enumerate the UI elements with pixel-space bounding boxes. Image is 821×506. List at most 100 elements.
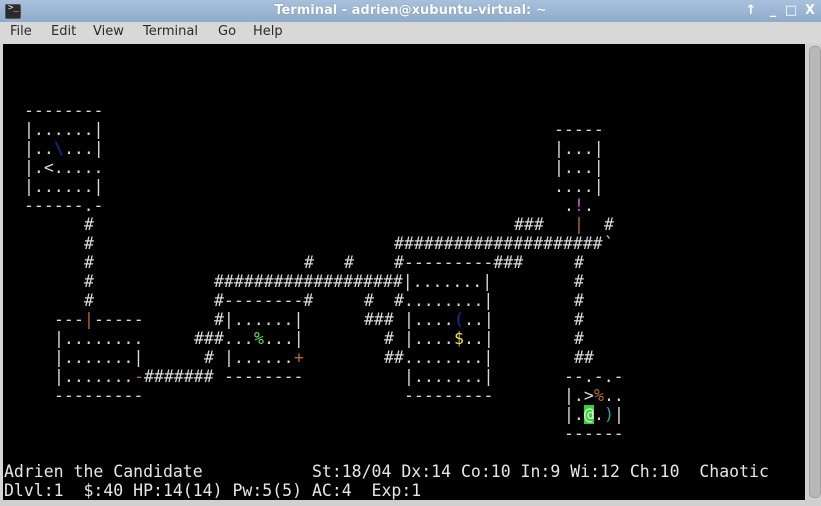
map-segment: |.... (404, 329, 454, 348)
food-glyph: % (254, 329, 264, 348)
map-segment: . (564, 196, 574, 215)
map-row: --------- --------- |.>%.. (4, 386, 804, 405)
map-row: |......| ----- (4, 120, 804, 139)
keep-above-button[interactable]: ↑ (742, 2, 760, 20)
map-segment: # (574, 253, 584, 272)
map-segment: --------- (404, 386, 494, 405)
map-segment: # (384, 329, 394, 348)
map-row: --- | ----- #|......| ### |....(..| # (4, 310, 804, 329)
map-row: |.<..... |...| (4, 158, 804, 177)
map-segment: .. (604, 386, 624, 405)
map-segment: ...| (264, 329, 304, 348)
map-row: # ##################### ` (4, 234, 804, 253)
menu-terminal[interactable]: Terminal (143, 24, 198, 39)
map-segment: # (344, 253, 354, 272)
map-segment: |....... (54, 367, 134, 386)
window-titlebar[interactable]: >_ Terminal - adrien@xubuntu-virtual: ~ … (0, 0, 821, 23)
map-segment: #........| (394, 291, 494, 310)
map-segment: # (574, 291, 584, 310)
gold-glyph: $ (454, 329, 464, 348)
map-segment: | (574, 215, 584, 234)
terminal-screen[interactable]: -------- |......| ----- |.. \ ...| |...| |.<...… (3, 44, 805, 500)
map-segment: |......| (24, 177, 104, 196)
map-segment: ..| (464, 329, 494, 348)
map-segment: -------- (224, 367, 304, 386)
map-row: -------- (4, 101, 804, 120)
map-segment: # (84, 234, 94, 253)
maximize-button[interactable]: □ (782, 2, 800, 20)
map-segment: ##........| (384, 348, 494, 367)
map-segment: ## (574, 348, 594, 367)
map-segment: |...| (554, 139, 604, 158)
map-segment: # (84, 291, 94, 310)
potion-glyph: ! (574, 196, 584, 215)
map-segment: # (84, 215, 94, 234)
map-row: # # # #---------### # (4, 253, 804, 272)
map-segment: # (604, 215, 614, 234)
map-segment: ### (364, 310, 394, 329)
map-segment: ###################|.......| (214, 272, 493, 291)
map-segment: |.<..... (24, 158, 104, 177)
map-segment: . (584, 196, 594, 215)
menu-bar: File Edit View Terminal Go Help (0, 22, 821, 43)
map-row: # #--------# # #........| # (4, 291, 804, 310)
map-row: |....... - ####### -------- |.......| --.-.- (4, 367, 804, 386)
map-row: # ### | # (4, 215, 804, 234)
map-segment: ..| (464, 310, 494, 329)
map-segment: |. (564, 405, 584, 424)
map-segment: |.......| (54, 348, 144, 367)
menu-go[interactable]: Go (218, 24, 236, 39)
terminal-scrollbar[interactable] (806, 44, 821, 500)
menu-edit[interactable]: Edit (51, 24, 76, 39)
menu-file[interactable]: File (10, 24, 32, 39)
boulder-glyph: ` (604, 234, 614, 253)
map-segment: |.... (404, 310, 454, 329)
menu-help[interactable]: Help (253, 24, 283, 39)
map-segment: # (304, 253, 314, 272)
map-segment: | (84, 310, 94, 329)
map-segment: |...| (554, 158, 604, 177)
map-segment: #|......| (214, 310, 304, 329)
map-segment: |...... (224, 348, 294, 367)
map-segment: ------.- (24, 196, 104, 215)
item-glyph: \ (54, 139, 64, 158)
map-segment: -------- (24, 101, 104, 120)
map-segment: - (134, 367, 144, 386)
map-row: |.. \ ...| |...| (4, 139, 804, 158)
map-segment: . (594, 405, 604, 424)
map-row: |. @.) | (4, 405, 804, 424)
map-segment: |........ (54, 329, 144, 348)
map-segment: |.> (564, 386, 594, 405)
status-line-1: Adrien the Candidate St:18/04 Dx:14 Co:1… (4, 462, 769, 481)
map-segment: ### (514, 215, 544, 234)
map-row: |.......| # |...... + ##........| ## (4, 348, 804, 367)
menu-view[interactable]: View (93, 24, 124, 39)
weapon-glyph: ) (604, 405, 614, 424)
close-button[interactable]: X (801, 2, 819, 20)
map-segment: | (614, 405, 624, 424)
map-row: ------.-.!. (4, 196, 804, 215)
map-segment: ----- (94, 310, 144, 329)
map-segment: |.......| (404, 367, 494, 386)
map-row: |........ ###...% ...| # |.... $ ..| # (4, 329, 804, 348)
scrollbar-thumb[interactable] (809, 46, 821, 498)
door-glyph: + (294, 348, 304, 367)
tool-glyph: ( (454, 310, 464, 329)
map-segment: --------- (54, 386, 144, 405)
map-segment: # (574, 310, 584, 329)
map-segment: #---------### (394, 253, 524, 272)
minimize-button[interactable]: _ (764, 2, 782, 20)
map-segment: # (84, 272, 94, 291)
map-segment: |.. (24, 139, 54, 158)
map-segment: ####### (144, 367, 214, 386)
window-title: Terminal - adrien@xubuntu-virtual: ~ (274, 3, 547, 18)
map-segment: # (204, 348, 214, 367)
map-segment: --- (54, 310, 84, 329)
map-segment: ------ (564, 424, 624, 443)
map-row: ------ (4, 424, 804, 443)
map-row: |......| ....| (4, 177, 804, 196)
map-segment: # (574, 329, 584, 348)
map-segment: ----- (554, 120, 604, 139)
map-segment: ...| (64, 139, 104, 158)
food-glyph: % (594, 386, 604, 405)
